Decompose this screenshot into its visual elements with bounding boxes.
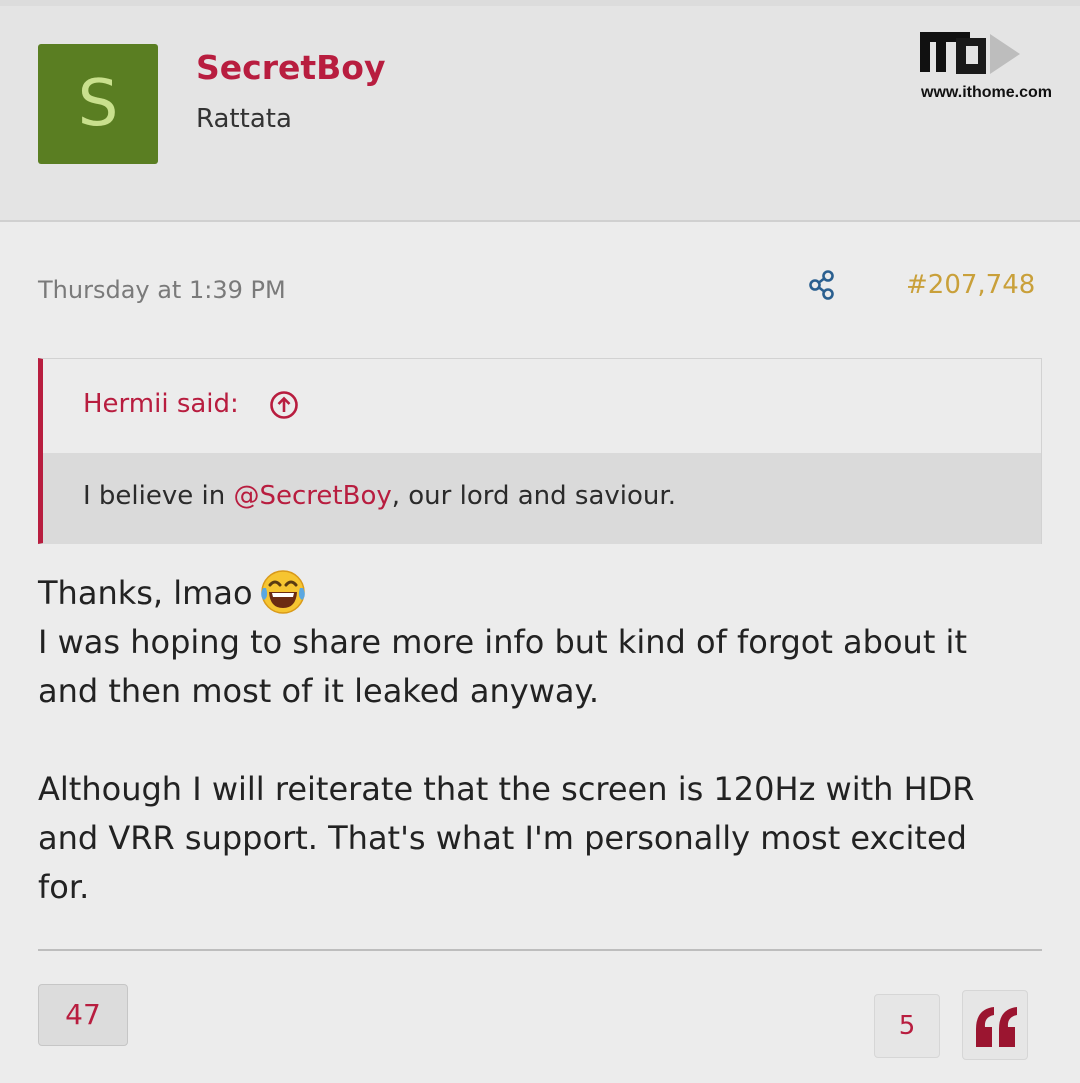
like-count-button[interactable]: 47	[38, 984, 128, 1046]
quote-icon	[976, 1007, 1017, 1047]
divider	[38, 949, 1042, 951]
quote-body: I believe in @SecretBoy, our lord and sa…	[43, 453, 1041, 544]
quote-text-before: I believe in	[83, 481, 234, 511]
avatar[interactable]: S	[38, 44, 158, 164]
message-line: Thanks, lmao	[38, 574, 253, 612]
quote-header: Hermii said:	[43, 359, 1041, 453]
arrow-up-circle-icon[interactable]	[269, 390, 299, 420]
reply-count-button[interactable]: 5	[874, 994, 940, 1058]
post-message-body: Thanks, lmao I was hoping to share more …	[38, 566, 1028, 912]
watermark-site: www.ithome.com	[921, 84, 1052, 101]
user-title: Rattata	[196, 104, 292, 134]
username[interactable]: SecretBoy	[196, 48, 385, 87]
tears-of-joy-emoji-icon	[260, 570, 305, 614]
message-paragraph: Thanks, lmao I was hoping to share more …	[38, 566, 1028, 716]
user-mention-link[interactable]: @SecretBoy	[234, 481, 392, 511]
quote-text: I believe in @SecretBoy, our lord and sa…	[83, 481, 676, 511]
post-author-header: S SecretBoy Rattata www.ithome.com	[0, 6, 1080, 222]
share-icon[interactable]	[808, 270, 836, 300]
quote-author[interactable]: Hermii said:	[83, 389, 239, 419]
quote-text-after: , our lord and saviour.	[391, 481, 676, 511]
post-number-link[interactable]: #207,748	[906, 270, 1035, 300]
ithome-logo-icon	[920, 32, 1020, 74]
message-paragraph: Although I will reiterate that the scree…	[38, 770, 975, 906]
message-line: I was hoping to share more info but kind…	[38, 623, 967, 710]
post-date[interactable]: Thursday at 1:39 PM	[38, 276, 286, 304]
quote-block: Hermii said: I believe in @SecretBoy, ou…	[38, 358, 1042, 544]
quote-reply-button[interactable]	[962, 990, 1028, 1060]
